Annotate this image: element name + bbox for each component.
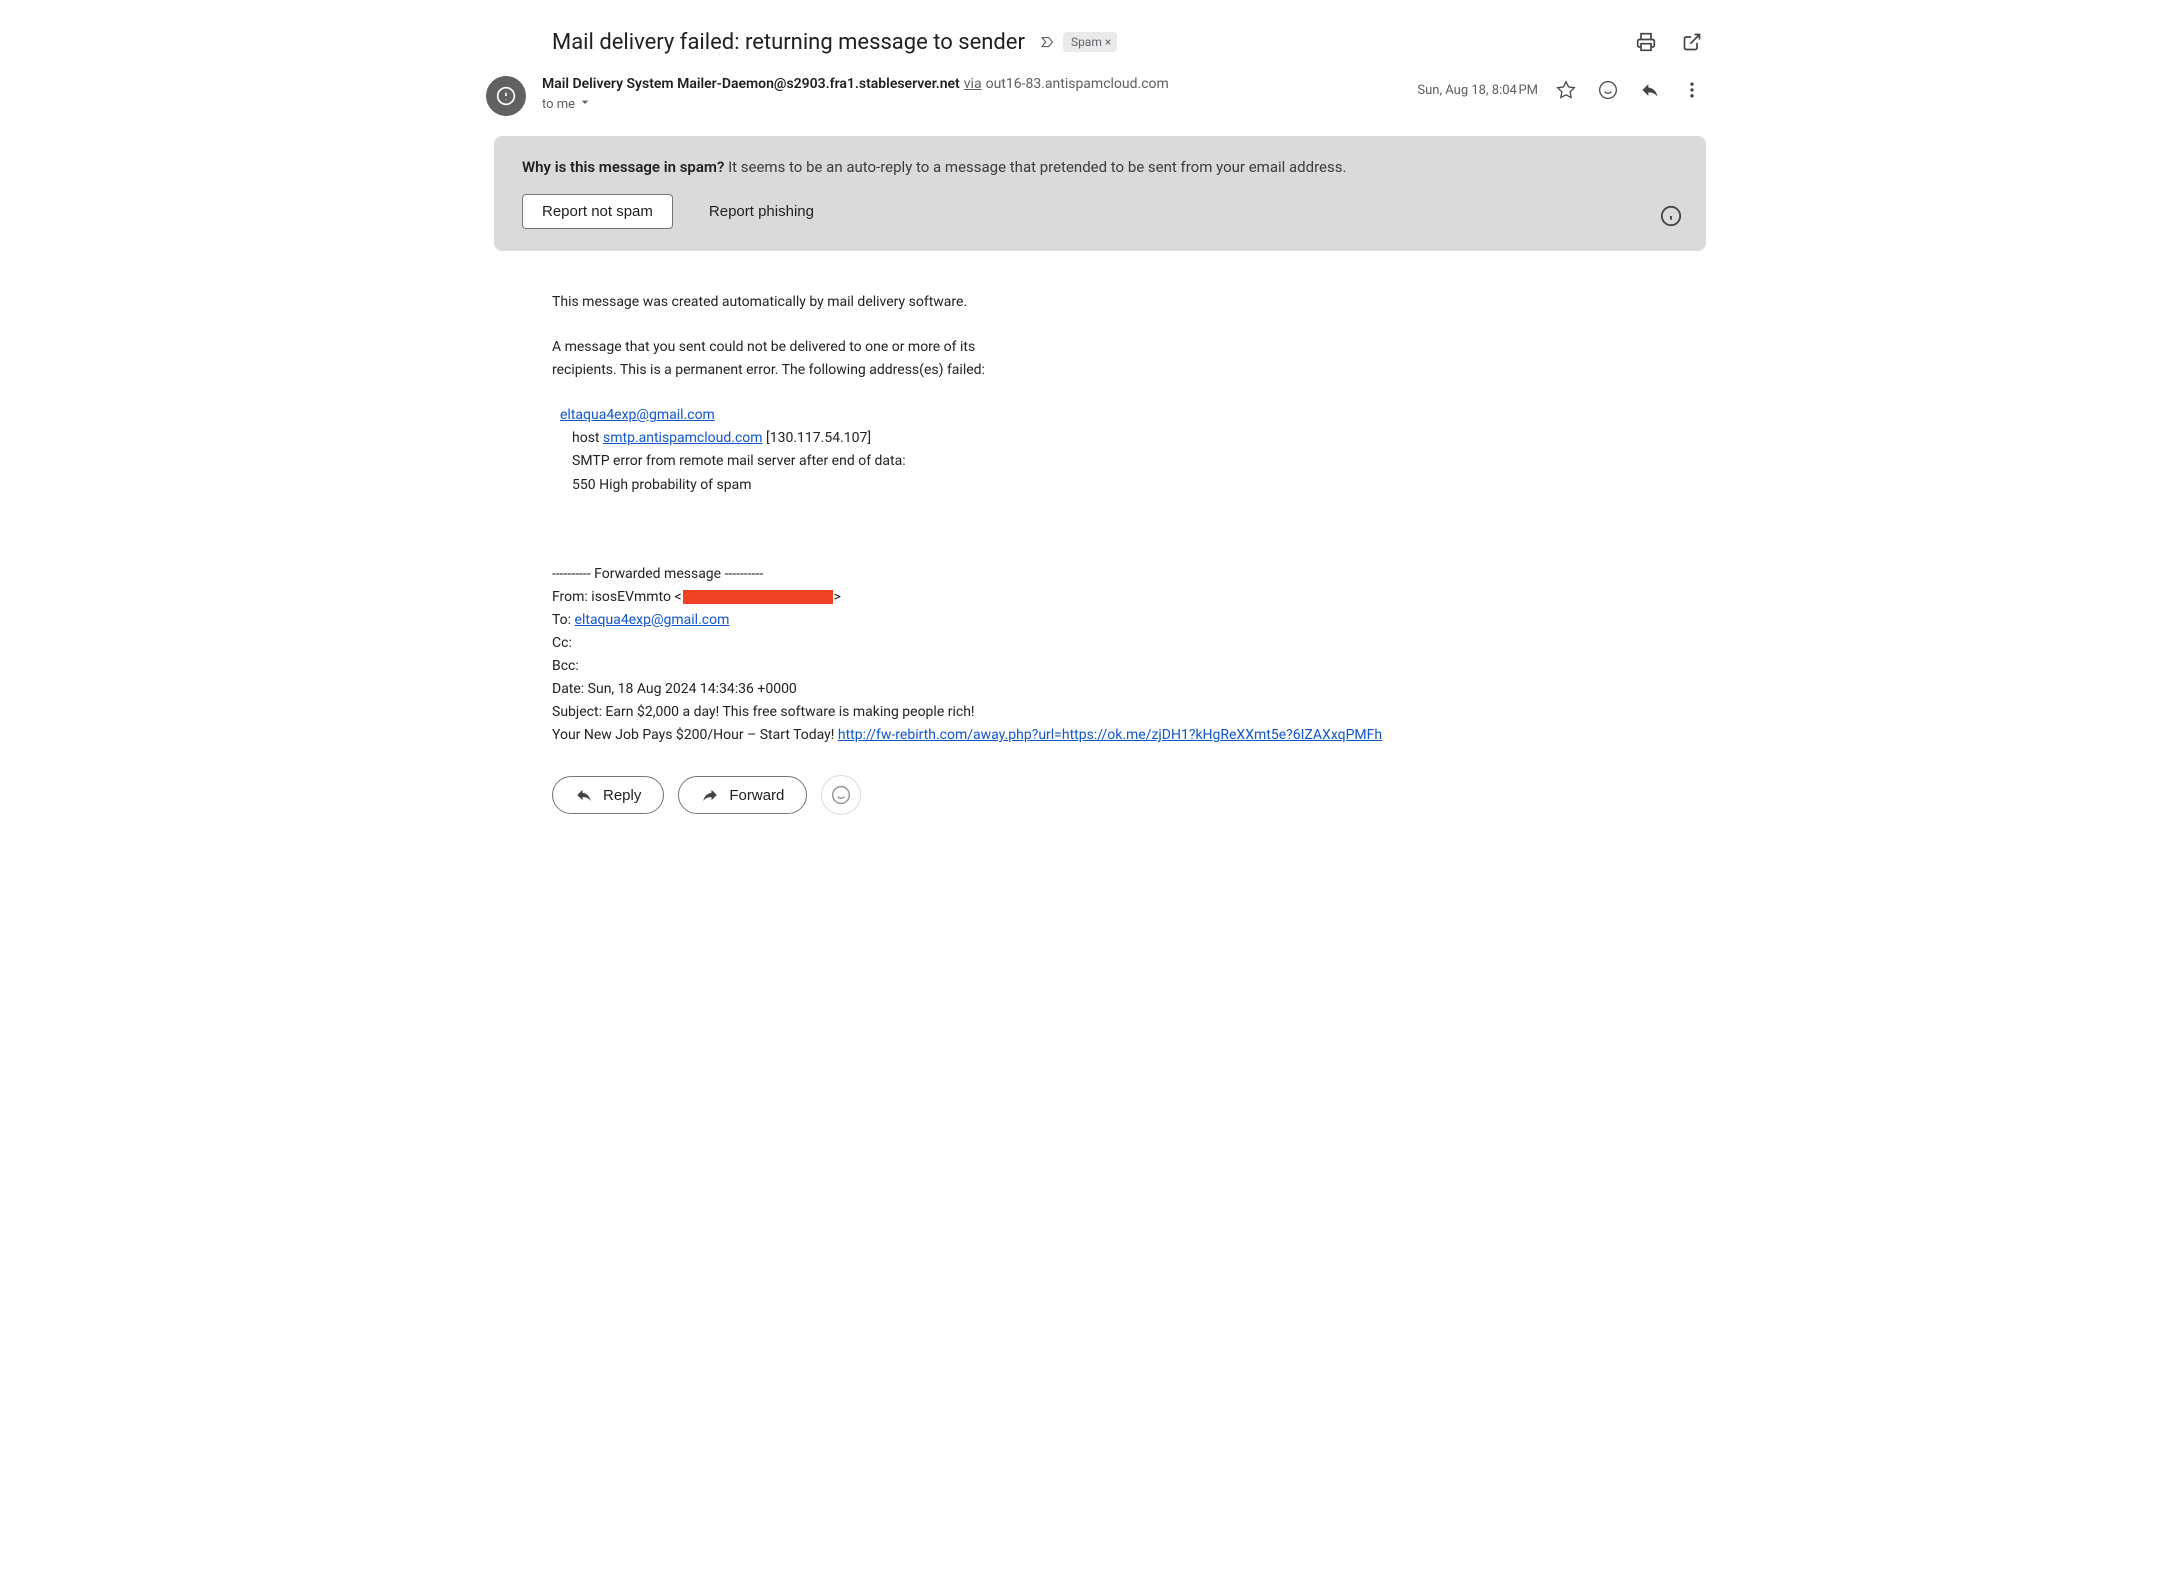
body-line: SMTP error from remote mail server after…: [552, 450, 1706, 473]
body-text: Your New Job Pays $200/Hour – Start Toda…: [552, 727, 838, 743]
reply-icon-button[interactable]: [1636, 76, 1664, 104]
recipient-dropdown-icon[interactable]: [577, 94, 593, 114]
print-button[interactable]: [1632, 28, 1660, 56]
spam-banner-explanation: It seems to be an auto-reply to a messag…: [724, 158, 1346, 176]
redacted-block: [683, 590, 833, 604]
recipient-text: to me: [542, 97, 575, 112]
reply-bar: Reply Forward: [466, 747, 1706, 815]
important-marker-icon[interactable]: [1039, 33, 1057, 51]
spam-banner-question: Why is this message in spam?: [522, 158, 724, 176]
body-line: A message that you sent could not be del…: [552, 336, 1706, 359]
body-text: >: [834, 589, 841, 605]
remove-label-icon[interactable]: ×: [1105, 35, 1111, 49]
info-icon[interactable]: [1656, 201, 1686, 231]
body-text: To:: [552, 612, 575, 628]
email-body: This message was created automatically b…: [466, 251, 1706, 747]
body-line: This message was created automatically b…: [552, 291, 1706, 314]
host-link[interactable]: smtp.antispamcloud.com: [603, 430, 763, 446]
body-line: Date: Sun, 18 Aug 2024 14:34:36 +0000: [552, 678, 1706, 701]
body-text: host: [572, 430, 603, 446]
reply-button[interactable]: Reply: [552, 776, 664, 814]
body-line: Bcc:: [552, 655, 1706, 678]
star-button[interactable]: [1552, 76, 1580, 104]
to-email-link[interactable]: eltaqua4exp@gmail.com: [575, 612, 730, 628]
body-line: ---------- Forwarded message ----------: [552, 563, 1706, 586]
reply-label: Reply: [603, 787, 641, 804]
body-line: Subject: Earn $2,000 a day! This free so…: [552, 701, 1706, 724]
sender-via-label: via: [964, 76, 982, 92]
body-line: recipients. This is a permanent error. T…: [552, 359, 1706, 382]
emoji-reaction-button[interactable]: [1594, 76, 1622, 104]
body-line: Cc:: [552, 632, 1706, 655]
spam-label-chip[interactable]: Spam ×: [1063, 32, 1117, 52]
open-new-window-button[interactable]: [1678, 28, 1706, 56]
forward-label: Forward: [729, 787, 784, 804]
report-phishing-button[interactable]: Report phishing: [697, 195, 826, 228]
sender-name: Mail Delivery System Mailer-Daemon@s2903…: [542, 76, 960, 92]
sender-avatar: [486, 76, 526, 116]
sender-via-domain: out16-83.antispamcloud.com: [986, 76, 1169, 92]
failed-email-link[interactable]: eltaqua4exp@gmail.com: [560, 407, 715, 423]
spam-label-text: Spam: [1071, 35, 1102, 49]
body-text: From: isosEVmmto <: [552, 589, 682, 605]
forward-button[interactable]: Forward: [678, 776, 807, 814]
sender-row: Mail Delivery System Mailer-Daemon@s2903…: [466, 76, 1706, 116]
report-not-spam-button[interactable]: Report not spam: [522, 194, 673, 229]
body-line: 550 High probability of spam: [552, 474, 1706, 497]
email-timestamp: Sun, Aug 18, 8:04 PM: [1417, 83, 1538, 98]
more-options-button[interactable]: [1678, 76, 1706, 104]
emoji-picker-button[interactable]: [821, 775, 861, 815]
recipient-line[interactable]: to me: [542, 94, 1169, 114]
spam-link[interactable]: http://fw-rebirth.com/away.php?url=https…: [838, 727, 1382, 743]
spam-banner: Why is this message in spam? It seems to…: [494, 136, 1706, 251]
body-text: [130.117.54.107]: [763, 430, 872, 446]
email-header: Mail delivery failed: returning message …: [466, 20, 1706, 76]
email-subject: Mail delivery failed: returning message …: [552, 30, 1025, 55]
